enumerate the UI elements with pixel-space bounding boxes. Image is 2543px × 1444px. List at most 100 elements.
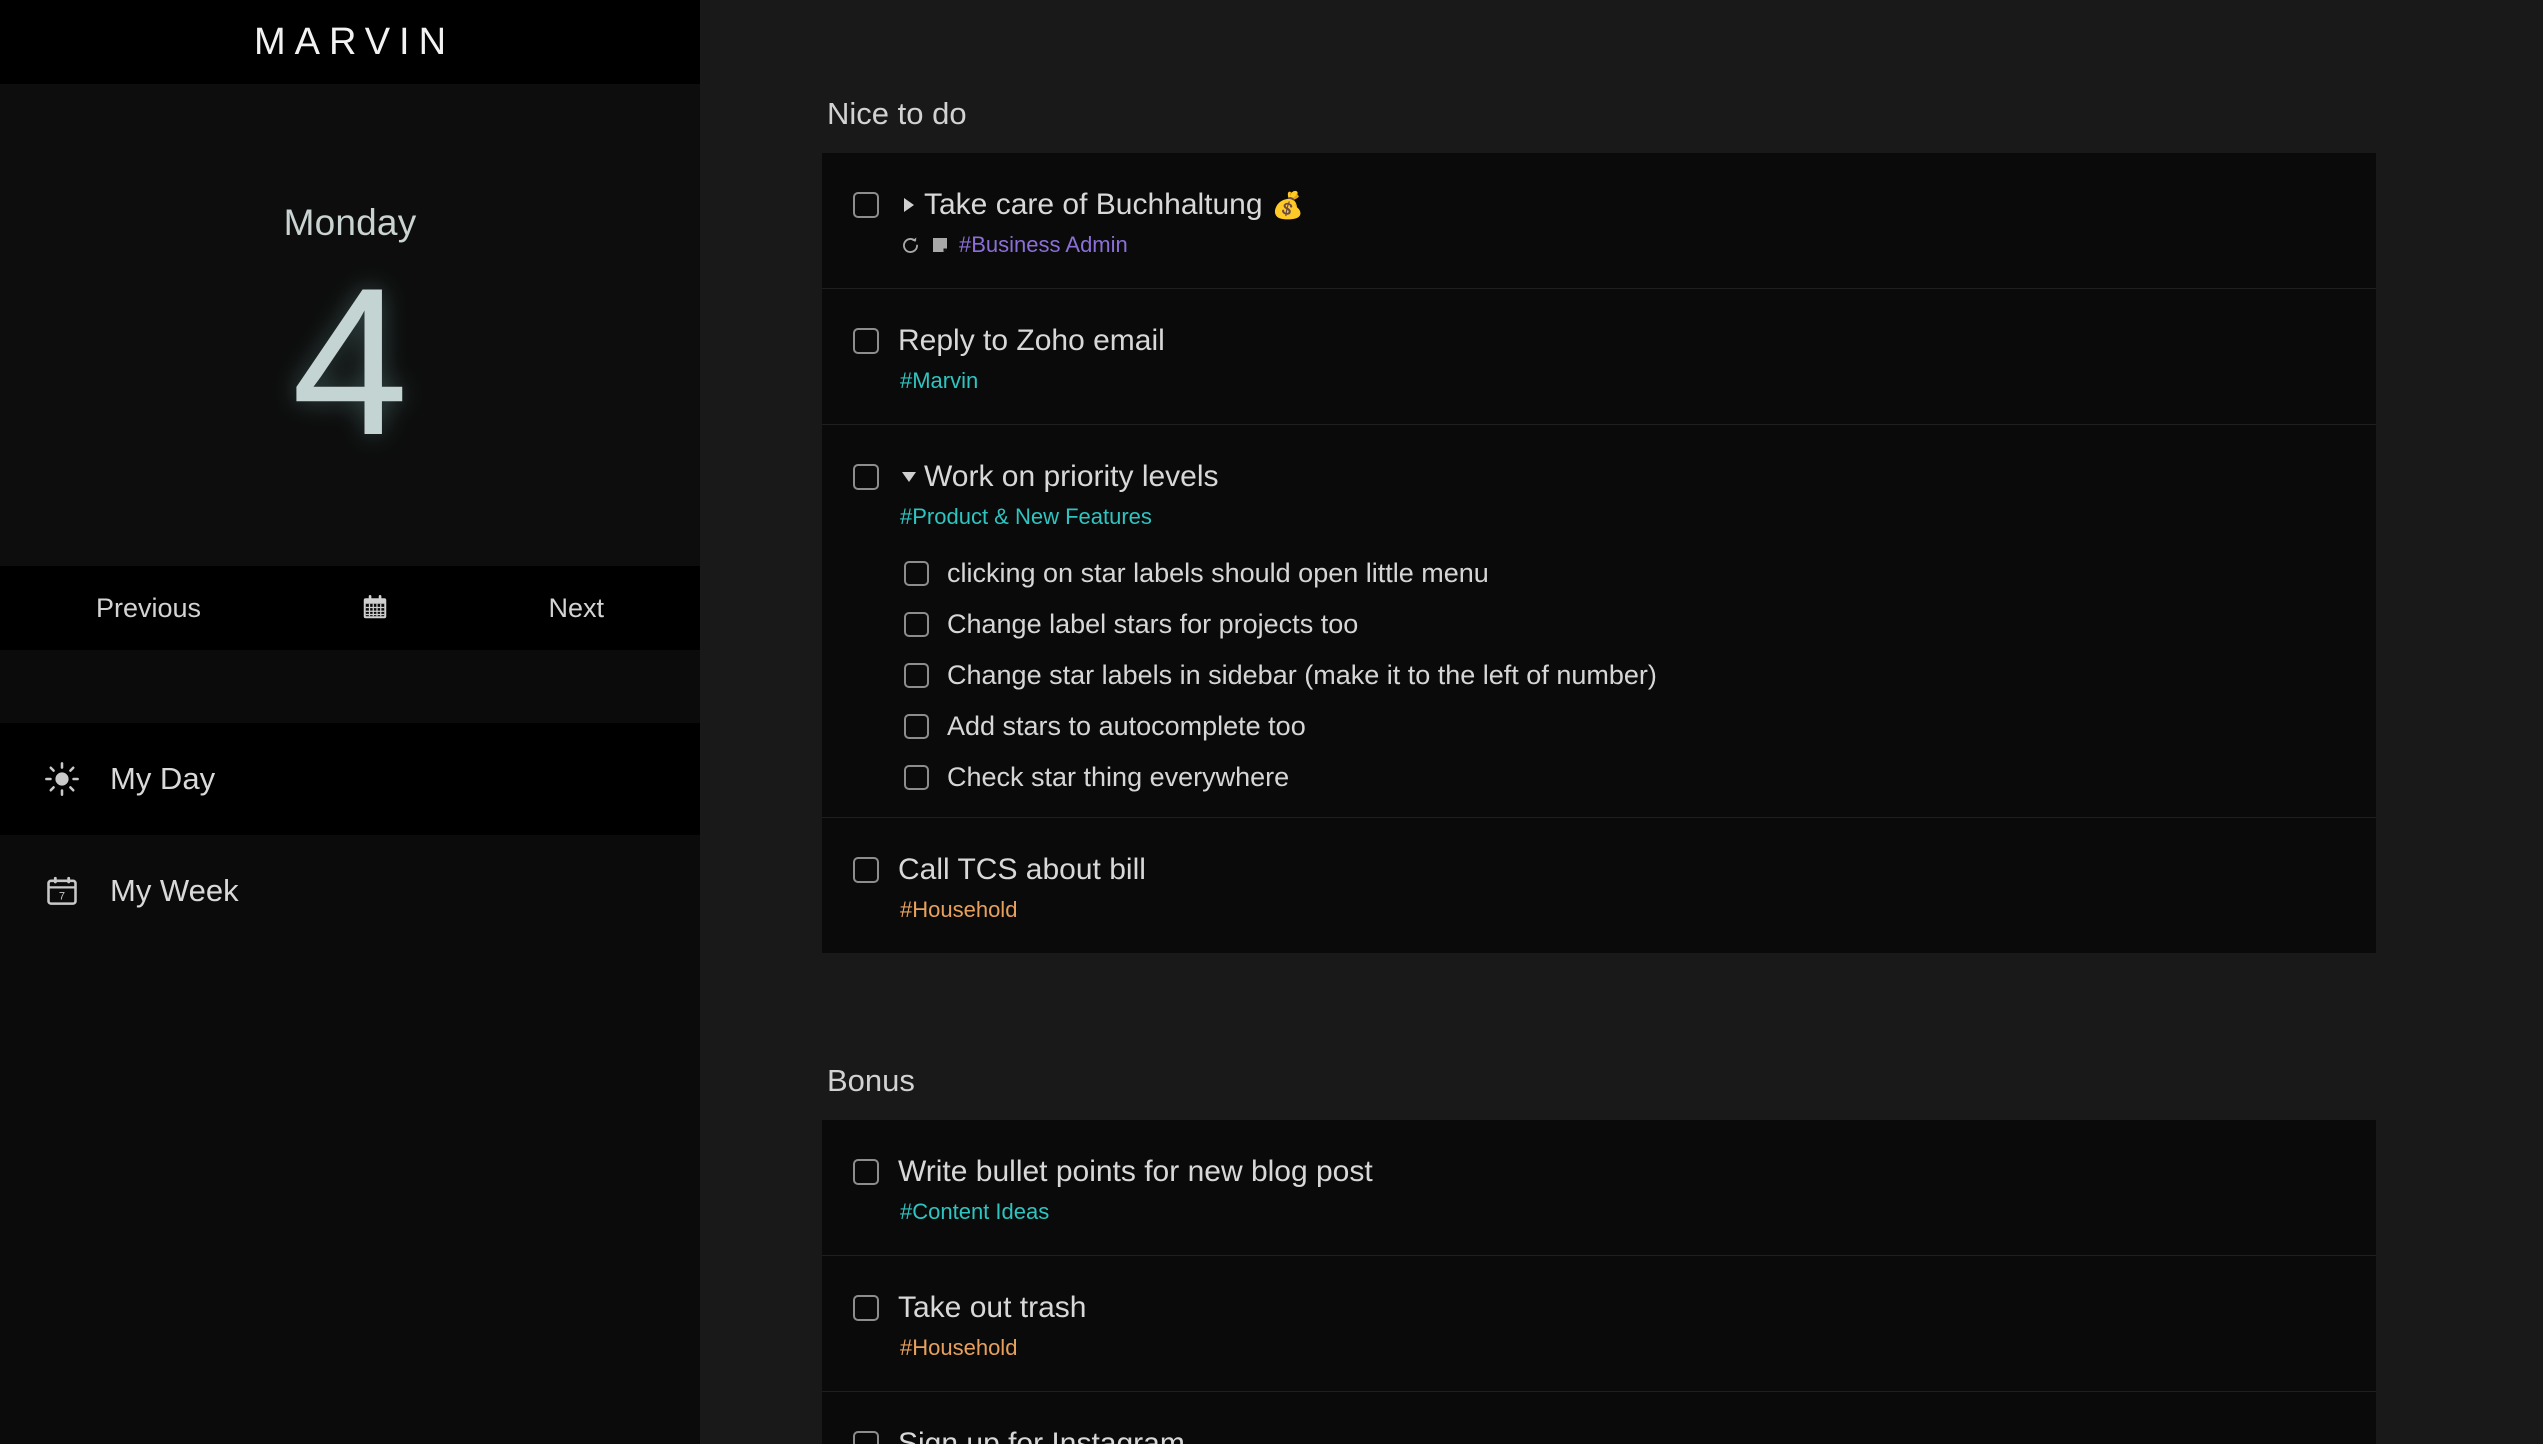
chevron-right-icon[interactable] bbox=[898, 198, 920, 212]
task-row[interactable]: Work on priority levels #Product & New Fe… bbox=[822, 425, 2376, 818]
subtask-title: clicking on star labels should open litt… bbox=[947, 558, 1489, 588]
calendar-icon bbox=[360, 592, 390, 625]
sun-icon bbox=[42, 759, 82, 799]
task-title: Call TCS about bill bbox=[898, 853, 1146, 886]
subtask-checkbox[interactable] bbox=[904, 765, 929, 790]
task-checkbox[interactable] bbox=[853, 328, 879, 354]
subtask-checkbox[interactable] bbox=[904, 663, 929, 688]
task-row-main: Reply to Zoho email #Marvin bbox=[822, 322, 2376, 394]
task-row[interactable]: Take care of Buchhaltung 💰 #Business Admin bbox=[822, 153, 2376, 289]
task-label-tag[interactable]: #Content Ideas bbox=[900, 1199, 1049, 1225]
task-content: Write bullet points for new blog post #Co… bbox=[898, 1153, 2376, 1225]
section-title: Bonus bbox=[827, 1063, 915, 1098]
task-row-main: Work on priority levels #Product & New Fe… bbox=[822, 458, 2376, 803]
weekday-label: Monday bbox=[283, 202, 417, 243]
day-number: 4 bbox=[291, 244, 409, 479]
task-row-main: Take care of Buchhaltung 💰 #Business Admin bbox=[822, 186, 2376, 258]
section-title: Nice to do bbox=[827, 96, 967, 131]
task-checkbox[interactable] bbox=[853, 1159, 879, 1185]
subtask-checkbox[interactable] bbox=[904, 561, 929, 586]
task-row[interactable]: Reply to Zoho email #Marvin bbox=[822, 289, 2376, 425]
subtask-row[interactable]: Add stars to autocomplete too bbox=[904, 701, 2376, 752]
task-checkbox[interactable] bbox=[853, 1295, 879, 1321]
app-logo: MARVIN bbox=[253, 20, 456, 63]
task-label-tag[interactable]: #Product & New Features bbox=[900, 504, 1152, 530]
subtask-checkbox[interactable] bbox=[904, 612, 929, 637]
date-navigation-bar: Previous Next bbox=[0, 566, 700, 650]
task-title-line: Work on priority levels bbox=[898, 458, 2376, 496]
task-content: Work on priority levels #Product & New Fe… bbox=[898, 458, 2376, 803]
task-meta-line: #Product & New Features bbox=[898, 504, 2376, 530]
sidebar-item-label: My Week bbox=[110, 873, 239, 908]
task-content: Reply to Zoho email #Marvin bbox=[898, 322, 2376, 394]
task-title-line: Sign up for Instagram bbox=[898, 1425, 2376, 1444]
task-row[interactable]: Sign up for Instagram#Marketing bbox=[822, 1392, 2376, 1444]
note-icon bbox=[930, 235, 950, 255]
task-title: Write bullet points for new blog post bbox=[898, 1155, 1373, 1188]
subtask-row[interactable]: clicking on star labels should open litt… bbox=[904, 548, 2376, 599]
task-section: Nice to do Take care of Buchhaltung 💰 #Busi… bbox=[700, 0, 2543, 953]
next-day-button[interactable]: Next bbox=[548, 593, 604, 624]
task-content: Call TCS about bill #Household bbox=[898, 851, 2376, 923]
subtask-row[interactable]: Change star labels in sidebar (make it t… bbox=[904, 650, 2376, 701]
date-panel: Monday 4 bbox=[0, 84, 700, 566]
task-label-tag[interactable]: #Household bbox=[900, 897, 1017, 923]
task-row[interactable]: Take out trash #Household bbox=[822, 1256, 2376, 1392]
task-meta-line: #Household bbox=[898, 1335, 2376, 1361]
task-title: Work on priority levels bbox=[924, 460, 1219, 493]
subtask-row[interactable]: Change label stars for projects too bbox=[904, 599, 2376, 650]
task-row[interactable]: Write bullet points for new blog post #Co… bbox=[822, 1120, 2376, 1256]
brand-bar: MARVIN bbox=[0, 0, 700, 84]
repeat-icon bbox=[900, 235, 921, 256]
sidebar-spacer bbox=[0, 650, 700, 723]
calendar-picker-button[interactable] bbox=[355, 588, 395, 628]
subtask-title: Change label stars for projects too bbox=[947, 609, 1359, 639]
app-root: MARVIN Monday 4 Previous Next My Day 7 M… bbox=[0, 0, 2543, 1444]
task-title-line: Call TCS about bill bbox=[898, 851, 2376, 889]
task-card-stack: Take care of Buchhaltung 💰 #Business Admin… bbox=[822, 153, 2376, 953]
calendar-week-icon: 7 bbox=[42, 871, 82, 911]
task-content: Take care of Buchhaltung 💰 #Business Admin bbox=[898, 186, 2376, 258]
task-title-line: Write bullet points for new blog post bbox=[898, 1153, 2376, 1191]
task-checkbox[interactable] bbox=[853, 1431, 879, 1444]
task-checkbox[interactable] bbox=[853, 857, 879, 883]
task-content: Take out trash #Household bbox=[898, 1289, 2376, 1361]
task-label-tag[interactable]: #Marvin bbox=[900, 368, 978, 394]
subtask-title: Change star labels in sidebar (make it t… bbox=[947, 660, 1657, 690]
chevron-down-icon[interactable] bbox=[898, 472, 920, 482]
task-meta-line: #Household bbox=[898, 897, 2376, 923]
task-checkbox[interactable] bbox=[853, 192, 879, 218]
sidebar-item-label: My Day bbox=[110, 761, 216, 796]
task-meta-line: #Content Ideas bbox=[898, 1199, 2376, 1225]
subtask-checkbox[interactable] bbox=[904, 714, 929, 739]
task-checkbox[interactable] bbox=[853, 464, 879, 490]
task-title-line: Take care of Buchhaltung 💰 bbox=[898, 186, 2376, 224]
task-card-stack: Write bullet points for new blog post #Co… bbox=[822, 1120, 2376, 1444]
task-list-panel: Nice to do Take care of Buchhaltung 💰 #Busi… bbox=[700, 0, 2543, 1444]
task-row-main: Take out trash #Household bbox=[822, 1289, 2376, 1361]
previous-day-button[interactable]: Previous bbox=[96, 593, 201, 624]
task-label-tag[interactable]: #Household bbox=[900, 1335, 1017, 1361]
task-row-main: Sign up for Instagram#Marketing bbox=[822, 1425, 2376, 1444]
task-title: Sign up for Instagram bbox=[898, 1427, 1185, 1444]
sidebar-item-my-week[interactable]: 7 My Week bbox=[0, 835, 700, 947]
task-section: Bonus Write bullet points for new blog po… bbox=[700, 953, 2543, 1444]
sections-container: Nice to do Take care of Buchhaltung 💰 #Busi… bbox=[700, 0, 2543, 1444]
subtask-row[interactable]: Check star thing everywhere bbox=[904, 752, 2376, 803]
subtask-title: Check star thing everywhere bbox=[947, 762, 1290, 792]
task-title-line: Take out trash bbox=[898, 1289, 2376, 1327]
task-title: Take care of Buchhaltung bbox=[924, 188, 1263, 221]
task-row[interactable]: Call TCS about bill #Household bbox=[822, 818, 2376, 953]
task-emoji: 💰 bbox=[1271, 189, 1304, 220]
task-content: Sign up for Instagram#Marketing bbox=[898, 1425, 2376, 1444]
sidebar-filler bbox=[0, 947, 700, 1444]
svg-text:7: 7 bbox=[59, 890, 65, 902]
task-title: Reply to Zoho email bbox=[898, 324, 1165, 357]
task-meta-line: #Marvin bbox=[898, 368, 2376, 394]
subtask-title: Add stars to autocomplete too bbox=[947, 711, 1306, 741]
task-title-line: Reply to Zoho email bbox=[898, 322, 2376, 360]
sidebar: MARVIN Monday 4 Previous Next My Day 7 M… bbox=[0, 0, 700, 1444]
sidebar-item-my-day[interactable]: My Day bbox=[0, 723, 700, 835]
task-row-main: Write bullet points for new blog post #Co… bbox=[822, 1153, 2376, 1225]
task-label-tag[interactable]: #Business Admin bbox=[959, 232, 1128, 258]
